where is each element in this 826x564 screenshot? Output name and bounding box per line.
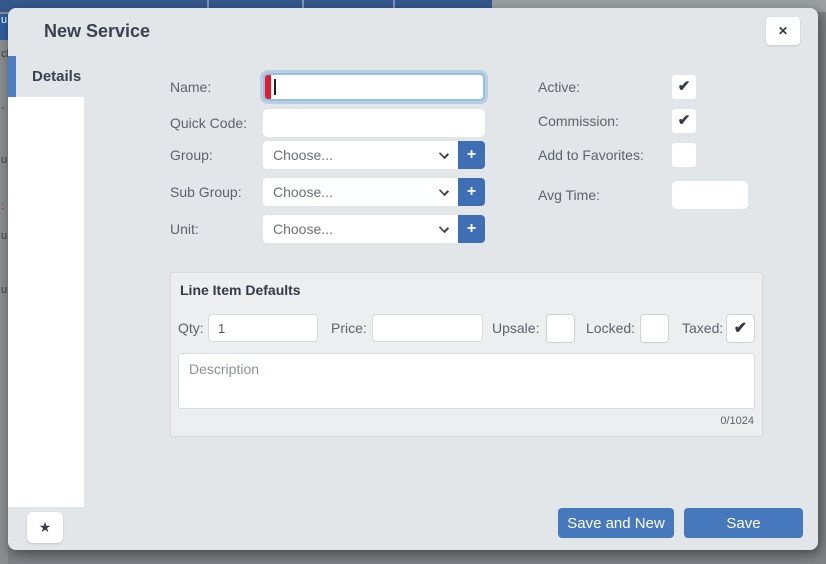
group-select[interactable]: Choose... [263,141,458,169]
unit-select-value: Choose... [273,221,333,237]
active-label: Active: [538,79,580,95]
sub-group-select-value: Choose... [273,184,333,200]
add-to-favorites-label: Add to Favorites: [538,147,644,163]
background-text-fragment: cl [1,48,8,60]
plus-icon: + [467,146,476,163]
price-label: Price: [331,320,367,336]
background-text-fragment: - [1,102,5,114]
active-checkbox[interactable]: ✔ [672,75,696,99]
tab-details-label: Details [16,68,81,85]
background-text-fragment: u [1,154,7,166]
background-text-fragment: u [1,230,7,242]
group-select-value: Choose... [273,147,333,163]
new-service-dialog: New Service ✕ Details Name: Quick Code: … [8,8,818,550]
commission-label: Commission: [538,113,619,129]
sub-group-select[interactable]: Choose... [263,178,458,206]
close-icon: ✕ [778,24,788,38]
avg-time-label: Avg Time: [538,187,600,203]
plus-icon: + [467,183,476,200]
taxed-label: Taxed: [682,320,723,336]
add-group-button[interactable]: + [458,141,485,169]
tab-details[interactable]: Details [8,56,81,97]
commission-checkbox[interactable]: ✔ [672,109,696,133]
save-button[interactable]: Save [684,508,803,538]
dialog-title: New Service [44,21,150,42]
validation-error-stripe [265,75,271,99]
unit-label: Unit: [170,221,199,237]
chevron-down-icon [439,186,449,196]
background-text-fragment: : [1,200,4,212]
qty-label: Qty: [178,320,204,336]
active-tab-indicator [8,56,16,97]
add-unit-button[interactable]: + [458,215,485,243]
background-page-edge: u cl - u : u u [0,12,8,564]
locked-label: Locked: [586,320,635,336]
background-text-fragment: u [1,284,7,296]
avg-time-input[interactable] [672,181,748,209]
name-label: Name: [170,79,211,95]
line-item-defaults-header: Line Item Defaults [180,282,301,298]
name-input[interactable] [277,75,477,99]
quick-code-input[interactable] [263,109,485,137]
group-label: Group: [170,147,213,163]
locked-checkbox[interactable] [640,314,669,343]
text-cursor [274,79,276,95]
qty-input[interactable] [208,314,318,342]
name-field-wrapper [263,73,485,101]
upsale-label: Upsale: [492,320,539,336]
save-and-new-button[interactable]: Save and New [558,508,674,538]
add-to-favorites-checkbox[interactable] [672,143,696,167]
quick-code-label: Quick Code: [170,115,247,131]
line-item-defaults-panel: Line Item Defaults Qty: Price: Upsale: L… [170,272,763,437]
sidebar-panel [8,97,84,507]
upsale-checkbox[interactable] [546,314,575,343]
character-counter: 0/1024 [720,415,754,427]
price-input[interactable] [372,314,483,342]
background-text-fragment: u [0,14,8,40]
chevron-down-icon [439,223,449,233]
taxed-checkbox[interactable]: ✔ [726,314,755,343]
star-icon: ★ [39,519,52,535]
sub-group-label: Sub Group: [170,184,242,200]
add-sub-group-button[interactable]: + [458,178,485,206]
favorite-button[interactable]: ★ [27,512,63,543]
plus-icon: + [467,220,476,237]
close-button[interactable]: ✕ [766,17,800,45]
chevron-down-icon [439,149,449,159]
unit-select[interactable]: Choose... [263,215,458,243]
description-textarea[interactable] [178,353,755,409]
